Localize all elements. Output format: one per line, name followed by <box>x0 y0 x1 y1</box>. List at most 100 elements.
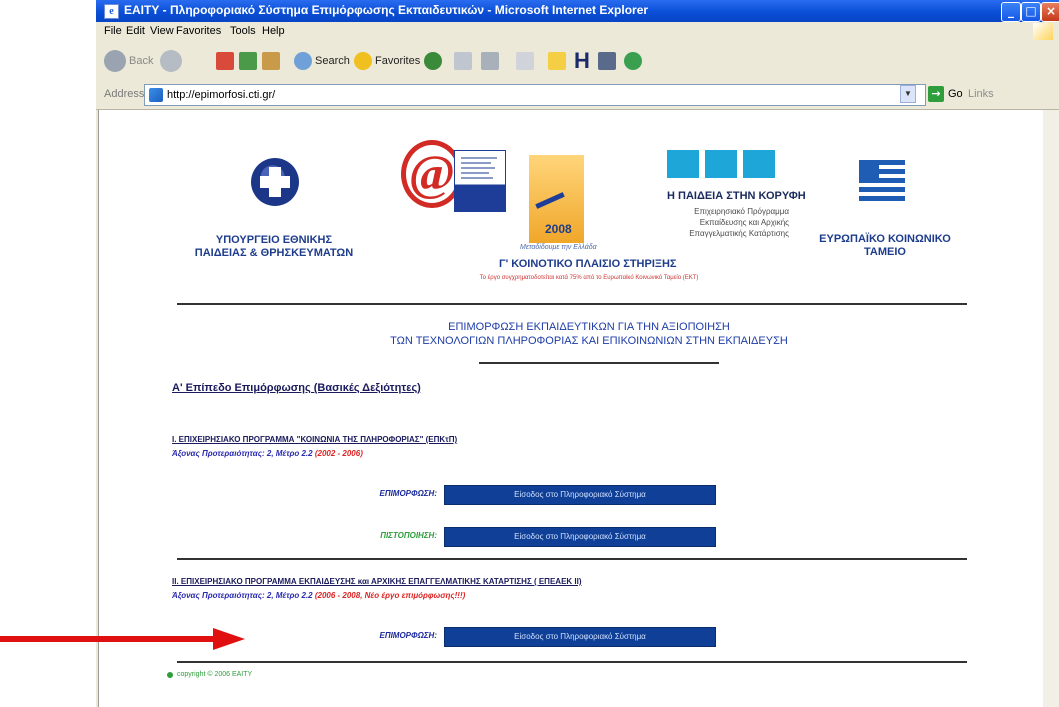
stop-button[interactable] <box>216 48 234 74</box>
address-label: Address <box>104 88 145 100</box>
program-1-training-entry-button[interactable]: Είσοδος στο Πληροφοριακό Σύστημα <box>444 485 716 505</box>
folder-button[interactable] <box>548 48 566 74</box>
eu-flag-logo <box>859 160 905 202</box>
program-2-title[interactable]: II. ΕΠΙΧΕΙΡΗΣΙΑΚΟ ΠΡΟΓΡΑΜΜΑ ΕΚΠΑΙΔΕΥΣΗΣ … <box>172 577 582 586</box>
eu-line-2: ΤΑΜΕΙΟ <box>864 246 906 258</box>
title-bar[interactable]: e ΕΑΙΤΥ - Πληροφοριακό Σύστημα Επιμόρφωσ… <box>96 0 1059 22</box>
page-title-line-1: ΕΠΙΜΟΡΦΩΣΗ ΕΚΠΑΙΔΕΥΤΙΚΩΝ ΓΙΑ ΤΗΝ ΑΞΙΟΠΟΙ… <box>448 321 730 333</box>
program-2-years: (2006 - 2008, Νέο έργο επιμόρφωσης!!!) <box>314 591 466 600</box>
refresh-button[interactable] <box>239 48 257 74</box>
eu-fund-name: ΕΥΡΩΠΑΪΚΟ ΚΟΙΝΩΝΙΚΟ ΤΑΜΕΙΟ <box>799 233 971 259</box>
maximize-button[interactable]: □ <box>1021 2 1041 22</box>
header-divider <box>177 303 967 305</box>
mail-button[interactable] <box>454 48 472 74</box>
panel-line <box>461 157 497 159</box>
forward-button[interactable] <box>160 48 182 74</box>
footer-divider <box>177 661 967 663</box>
program-1-training-label: ΕΠΙΜΟΡΦΩΣΗ: <box>379 489 437 498</box>
menu-view[interactable]: View <box>150 25 174 37</box>
forward-arrow-icon <box>160 50 182 72</box>
edit-icon <box>516 52 534 70</box>
title-underline <box>479 362 719 364</box>
paideia-sub-line: Επιχειρησιακό Πρόγραμμα <box>694 207 789 216</box>
folder-icon <box>548 52 566 70</box>
menu-file[interactable]: File <box>104 25 122 37</box>
favorites-button[interactable]: Favorites <box>354 48 420 74</box>
paideia-square-2 <box>705 150 737 178</box>
home-icon <box>262 52 280 70</box>
page-content: ΥΠΟΥΡΓΕΙΟ ΕΘΝΙΚΗΣ ΠΑΙΔΕΙΑΣ & ΘΡΗΣΚΕΥΜΑΤΩ… <box>98 110 1044 707</box>
program-2-axis: Άξονας Προτεραιότητας: 2, Μέτρο 2.2 (200… <box>172 591 465 600</box>
window-title: ΕΑΙΤΥ - Πληροφοριακό Σύστημα Επιμόρφωσης… <box>124 3 649 17</box>
ministry-line-1: ΥΠΟΥΡΓΕΙΟ ΕΘΝΙΚΗΣ <box>215 234 333 246</box>
level-heading[interactable]: Α' Επίπεδο Επιμόρφωσης (Βασικές Δεξιότητ… <box>172 382 421 394</box>
menu-help[interactable]: Help <box>262 25 285 37</box>
h-button[interactable]: H <box>574 48 590 74</box>
menu-bar: File Edit View Favorites Tools Help <box>96 22 1059 42</box>
windows-logo-icon <box>1033 23 1053 40</box>
program-1-certification-entry-button[interactable]: Είσοδος στο Πληροφοριακό Σύστημα <box>444 527 716 547</box>
research-icon <box>598 52 616 70</box>
arrow-head <box>213 628 245 650</box>
hellas-caption: Μεταδίδουμε την Ελλάδα <box>520 244 597 251</box>
program-1-certification-label: ΠΙΣΤΟΠΟΙΗΣΗ: <box>380 531 437 540</box>
printer-icon <box>481 52 499 70</box>
close-button[interactable]: × <box>1041 2 1059 22</box>
ministry-name: ΥΠΟΥΡΓΕΙΟ ΕΘΝΙΚΗΣ ΠΑΙΔΕΙΑΣ & ΘΡΗΣΚΕΥΜΑΤΩ… <box>169 234 379 260</box>
menu-favorites[interactable]: Favorites <box>176 25 221 37</box>
messenger-icon <box>624 52 642 70</box>
panel-line <box>461 177 493 179</box>
copyright-text: copyright © 2006 ΕΑΙΤΥ <box>177 671 253 678</box>
links-label[interactable]: Links <box>968 88 994 100</box>
page-icon <box>149 88 163 102</box>
ie-window: e ΕΑΙΤΥ - Πληροφοριακό Σύστημα Επιμόρφωσ… <box>96 0 1059 707</box>
kps-title: Γ' ΚΟΙΝΟΤΙΚΟ ΠΛΑΙΣΙΟ ΣΤΗΡΙΞΗΣ <box>499 258 677 270</box>
program-2-training-label: ΕΠΙΜΟΡΦΩΣΗ: <box>379 631 437 640</box>
paideia-sub-line: Επαγγελματικής Κατάρτισης <box>689 229 789 238</box>
research-button[interactable] <box>598 48 616 74</box>
program-1-axis-text: Άξονας Προτεραιότητας: 2, Μέτρο 2.2 <box>172 449 315 458</box>
back-button[interactable]: Back <box>104 48 153 74</box>
go-label: Go <box>948 88 963 100</box>
print-button[interactable] <box>481 48 499 74</box>
messenger-button[interactable] <box>624 48 642 74</box>
arrow-shaft <box>0 636 215 642</box>
vertical-scrollbar[interactable] <box>1043 110 1059 707</box>
history-button[interactable] <box>424 48 442 74</box>
program-2-training-entry-button[interactable]: Είσοδος στο Πληροφοριακό Σύστημα <box>444 627 716 647</box>
favorites-label: Favorites <box>375 55 421 67</box>
toolbar: Back Search Favorites H <box>96 41 1059 82</box>
program-divider <box>177 558 967 560</box>
program-1-title[interactable]: I. ΕΠΙΧΕΙΡΗΣΙΑΚΟ ΠΡΟΓΡΑΜΜΑ "ΚΟΙΝΩΝΙΑ ΤΗΣ… <box>172 435 457 444</box>
mail-icon <box>454 52 472 70</box>
stop-icon <box>216 52 234 70</box>
ministry-seal-logo <box>251 158 299 206</box>
paideia-square-3 <box>743 150 775 178</box>
go-button[interactable]: → Go <box>928 86 963 102</box>
ie-page-icon: e <box>104 4 119 19</box>
menu-edit[interactable]: Edit <box>126 25 145 37</box>
page-title-line-2: ΤΩΝ ΤΕΧΝΟΛΟΓΙΩΝ ΠΛΗΡΟΦΟΡΙΑΣ ΚΑΙ ΕΠΙΚΟΙΝΩ… <box>390 335 788 347</box>
search-icon <box>294 52 312 70</box>
search-label: Search <box>315 55 350 67</box>
minimize-button[interactable]: _ <box>1001 2 1021 22</box>
favorites-star-icon <box>354 52 372 70</box>
back-label: Back <box>129 55 154 67</box>
copyright: copyright © 2006 ΕΑΙΤΥ <box>167 671 252 678</box>
panel-line <box>461 162 491 164</box>
kps-subtitle: Το έργο συγχρηματοδοτείται κατά 75% από … <box>479 275 699 281</box>
menu-tools[interactable]: Tools <box>230 25 256 37</box>
home-button[interactable] <box>262 48 280 74</box>
hellas-year: 2008 <box>545 222 572 236</box>
eu-line-1: ΕΥΡΩΠΑΪΚΟ ΚΟΙΝΩΝΙΚΟ <box>819 233 951 245</box>
program-2-axis-text: Άξονας Προτεραιότητας: 2, Μέτρο 2.2 <box>172 591 315 600</box>
address-input[interactable]: http://epimorfosi.cti.gr/ <box>144 84 926 106</box>
edit-button[interactable] <box>516 48 534 74</box>
page-title: ΕΠΙΜΟΡΦΩΣΗ ΕΚΠΑΙΔΕΥΤΙΚΩΝ ΓΙΑ ΤΗΝ ΑΞΙΟΠΟΙ… <box>269 320 909 348</box>
history-icon <box>424 52 442 70</box>
panel-line <box>461 172 489 174</box>
program-1-years: (2002 - 2006) <box>314 449 363 458</box>
address-bar: Address http://epimorfosi.cti.gr/ ▼ → Go… <box>96 81 1059 110</box>
search-button[interactable]: Search <box>294 48 350 74</box>
address-dropdown-icon[interactable]: ▼ <box>900 85 916 103</box>
